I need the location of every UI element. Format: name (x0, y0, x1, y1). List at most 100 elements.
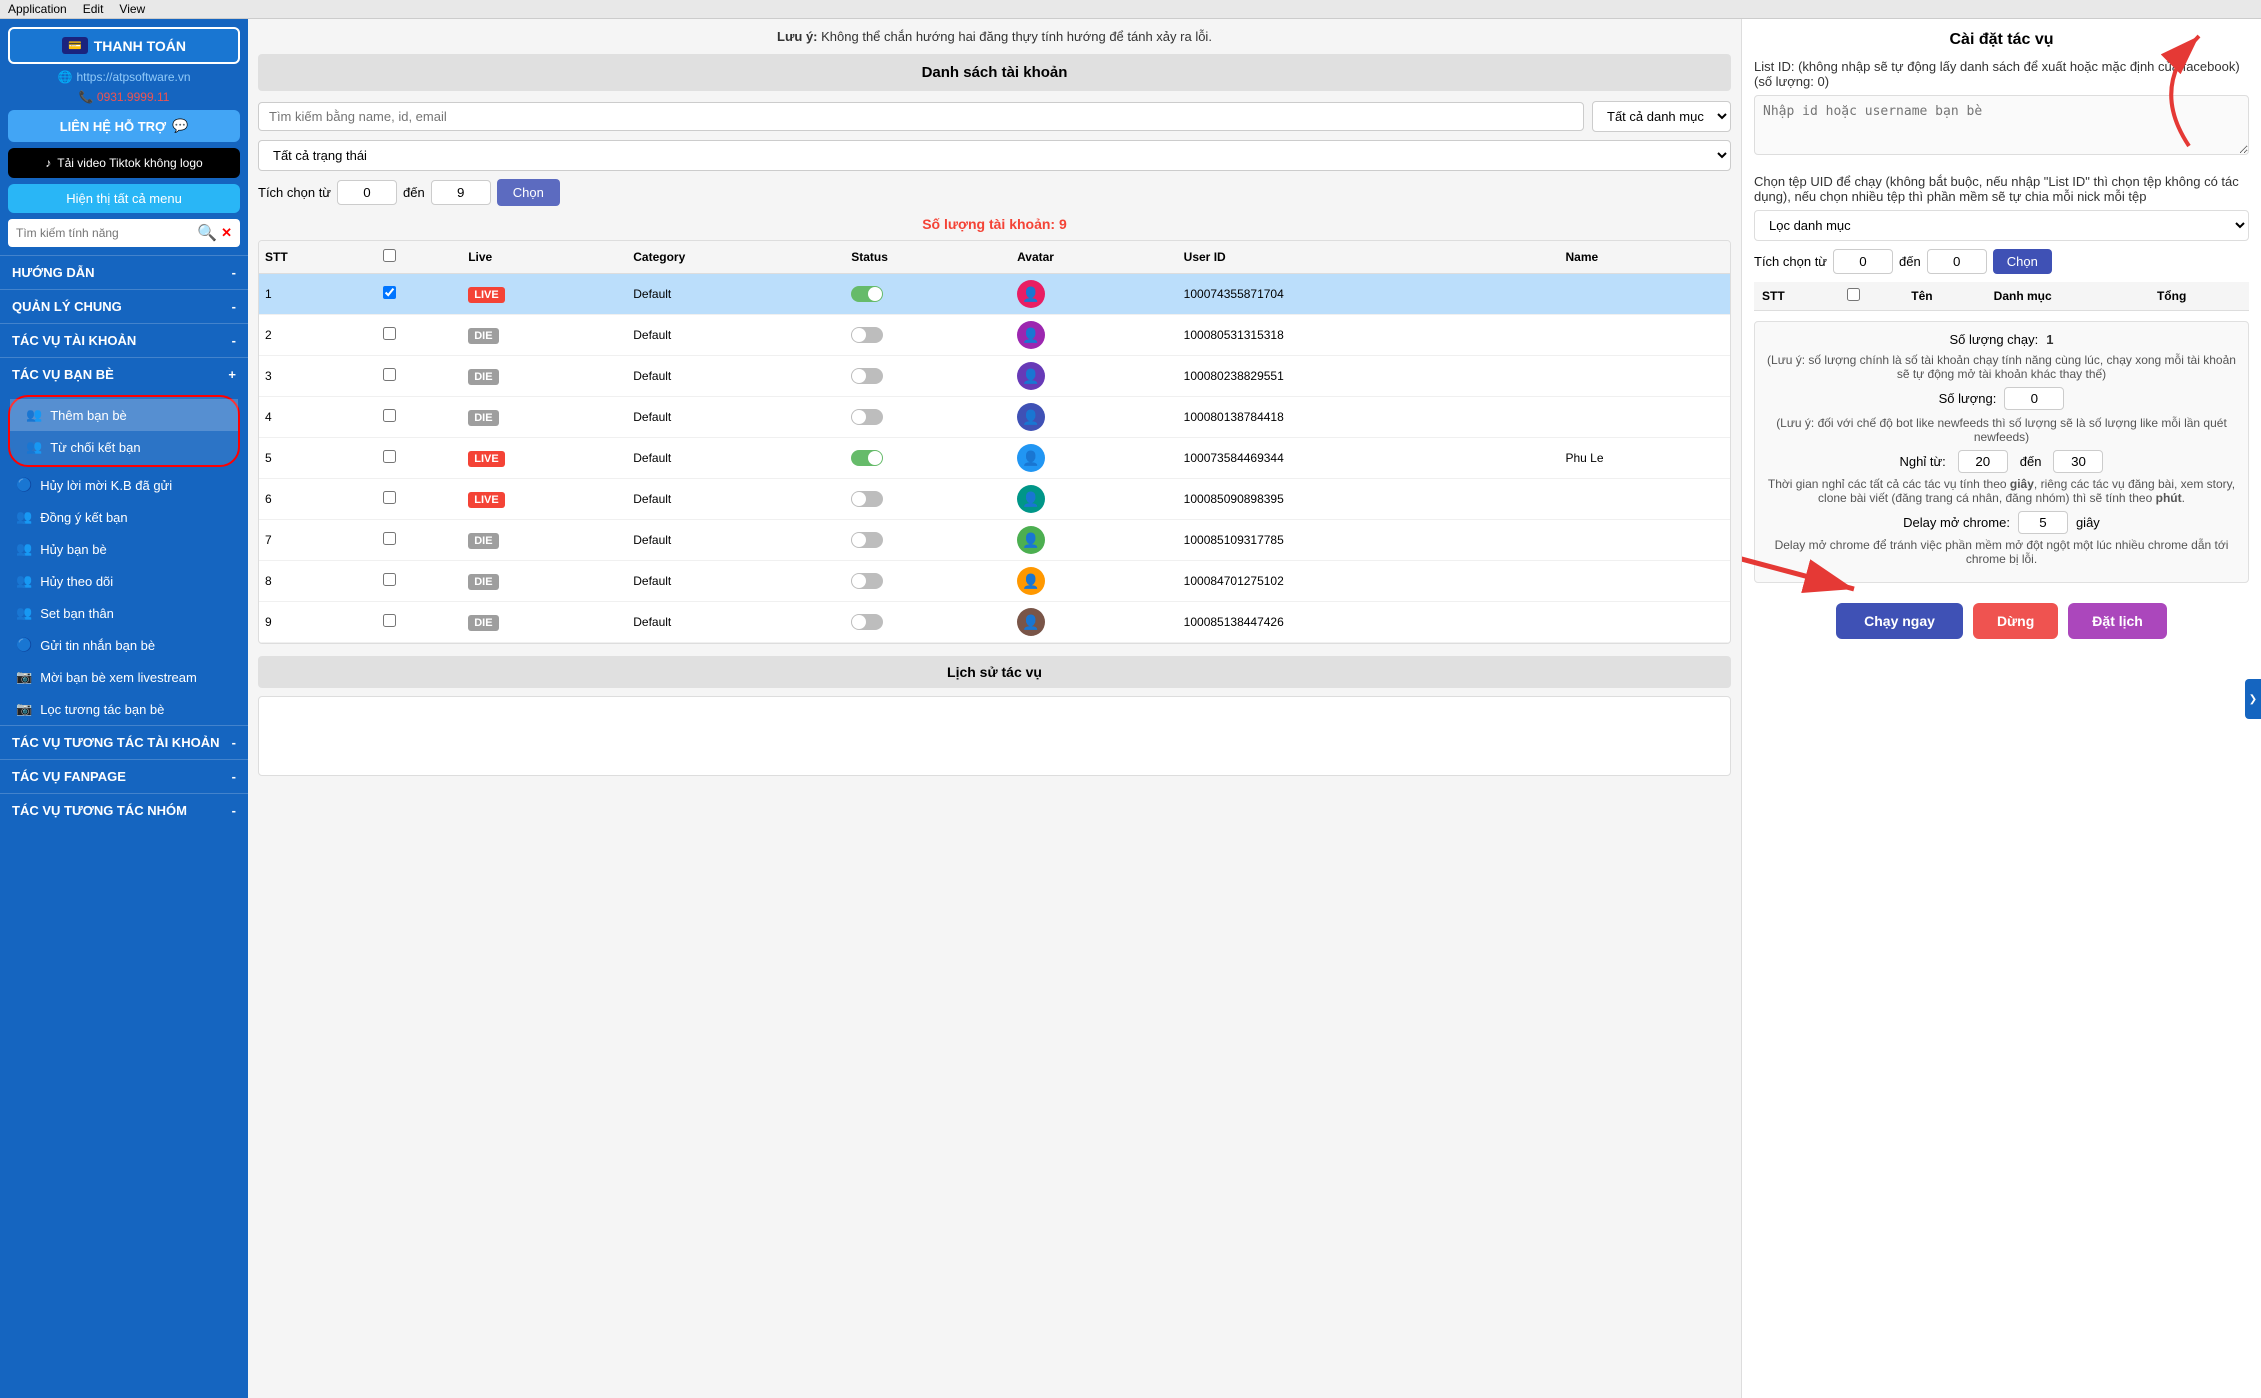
cell-status[interactable] (845, 438, 1011, 479)
cell-check[interactable] (377, 397, 462, 438)
row-checkbox[interactable] (383, 327, 396, 340)
config-chon-button[interactable]: Chọn (1993, 249, 2052, 274)
sidebar-item-huy-theo-doi[interactable]: 👥 Hủy theo dõi (0, 565, 248, 597)
status-toggle[interactable] (851, 368, 883, 384)
menu-view[interactable]: View (119, 2, 145, 16)
live-badge: DIE (468, 574, 498, 590)
menu-bar: Application Edit View (0, 0, 2261, 19)
cell-status[interactable] (845, 274, 1011, 315)
config-range-from[interactable] (1833, 249, 1893, 274)
hien-thi-button[interactable]: Hiện thị tất cả menu (8, 184, 240, 213)
sidebar-item-set-ban-than[interactable]: 👥 Set bạn thân (0, 597, 248, 629)
chon-button[interactable]: Chọn (497, 179, 560, 206)
nghi-den-input[interactable] (2053, 450, 2103, 473)
sidebar-item-tu-choi-ket-ban[interactable]: 👥 Từ chối kết bạn (10, 431, 238, 463)
range-from-input[interactable] (337, 180, 397, 205)
cell-check[interactable] (377, 479, 462, 520)
lien-he-button[interactable]: LIÊN HỆ HỖ TRỢ 💬 (8, 110, 240, 142)
cell-stt: 7 (259, 520, 377, 561)
cell-check[interactable] (377, 315, 462, 356)
row-checkbox[interactable] (383, 491, 396, 504)
cell-stt: 5 (259, 438, 377, 479)
sidebar-item-them-ban-be[interactable]: 👥 Thêm bạn bè (10, 399, 238, 431)
nav-tac-vu-ban-be[interactable]: TÁC VỤ BẠN BÈ + (0, 358, 248, 391)
search-account-input[interactable] (258, 102, 1584, 131)
so-luong-note: (Lưu ý: đối với chế độ bot like newfeeds… (1765, 416, 2238, 444)
folder-select-row: Lọc danh mục (1754, 210, 2249, 241)
status-toggle[interactable] (851, 532, 883, 548)
nghi-tu-input[interactable] (1958, 450, 2008, 473)
row-checkbox[interactable] (383, 368, 396, 381)
cell-status[interactable] (845, 315, 1011, 356)
cell-category: Default (627, 561, 845, 602)
cell-avatar: 👤 (1011, 602, 1178, 643)
status-toggle[interactable] (851, 327, 883, 343)
status-toggle[interactable] (851, 450, 883, 466)
folder-select[interactable]: Lọc danh mục (1754, 210, 2249, 241)
unfriend-icon: 👥 (16, 541, 32, 557)
nav-tac-vu-fanpage[interactable]: TÁC VỤ FANPAGE - (0, 760, 248, 793)
status-filter[interactable]: Tất cả trạng thái (258, 140, 1731, 171)
cell-check[interactable] (377, 520, 462, 561)
delay-input[interactable] (2018, 511, 2068, 534)
row-checkbox[interactable] (383, 573, 396, 586)
cell-status[interactable] (845, 479, 1011, 520)
row-checkbox[interactable] (383, 409, 396, 422)
nav-tac-vu-nhom[interactable]: TÁC VỤ TƯƠNG TÁC NHÓM - (0, 794, 248, 827)
status-toggle[interactable] (851, 491, 883, 507)
sidebar-item-moi-ban-be[interactable]: 📷 Mời bạn bè xem livestream (0, 661, 248, 693)
cell-status[interactable] (845, 561, 1011, 602)
nav-tac-vu-tai-khoan[interactable]: TÁC VỤ TÀI KHOẢN - (0, 324, 248, 357)
action-area: Chạy ngay Dừng Đặt lịch (1754, 593, 2249, 649)
status-toggle[interactable] (851, 614, 883, 630)
cell-check[interactable] (377, 438, 462, 479)
select-all-checkbox[interactable] (383, 249, 396, 262)
sidebar-item-huy-ban-be[interactable]: 👥 Hủy bạn bè (0, 533, 248, 565)
menu-application[interactable]: Application (8, 2, 67, 16)
dat-lich-button[interactable]: Đặt lịch (2068, 603, 2167, 639)
cell-check[interactable] (377, 561, 462, 602)
cell-check[interactable] (377, 274, 462, 315)
avatar: 👤 (1017, 321, 1045, 349)
cell-status[interactable] (845, 356, 1011, 397)
status-toggle[interactable] (851, 409, 883, 425)
sidebar-item-gui-tin-nhan[interactable]: 🔵 Gửi tin nhắn bạn bè (0, 629, 248, 661)
so-luong-input[interactable] (2004, 387, 2064, 410)
cell-status[interactable] (845, 602, 1011, 643)
sidebar-item-loc-tuong-tac[interactable]: 📷 Lọc tương tác bạn bè (0, 693, 248, 725)
thanh-toan-button[interactable]: 💳 THANH TOÁN (8, 27, 240, 64)
col-check (377, 241, 462, 274)
search-input[interactable] (16, 226, 193, 240)
account-count: Số lượng tài khoản: 9 (258, 216, 1731, 232)
sidebar-item-dong-y-ket-ban[interactable]: 👥 Đồng ý kết bạn (0, 501, 248, 533)
cell-check[interactable] (377, 602, 462, 643)
cell-userid: 100080238829551 (1178, 356, 1560, 397)
cell-check[interactable] (377, 356, 462, 397)
status-toggle[interactable] (851, 573, 883, 589)
row-checkbox[interactable] (383, 286, 396, 299)
cell-userid: 100085138447426 (1178, 602, 1560, 643)
nav-huong-dan[interactable]: HƯỚNG DẪN - (0, 256, 248, 289)
config-select-all[interactable] (1847, 288, 1860, 301)
menu-edit[interactable]: Edit (83, 2, 104, 16)
sidebar-item-huy-loi-moi[interactable]: 🔵 Hủy lời mời K.B đã gửi (0, 469, 248, 501)
sidebar-collapse-tab[interactable]: ❯ (2245, 679, 2261, 719)
table-row: 3 DIE Default 👤 100080238829551 (259, 356, 1730, 397)
category-filter[interactable]: Tất cả danh mục (1592, 101, 1731, 132)
nav-quan-ly-chung[interactable]: QUẢN LÝ CHUNG - (0, 290, 248, 323)
status-toggle[interactable] (851, 286, 883, 302)
config-range-to[interactable] (1927, 249, 1987, 274)
row-checkbox[interactable] (383, 532, 396, 545)
cell-status[interactable] (845, 397, 1011, 438)
row-checkbox[interactable] (383, 614, 396, 627)
cell-avatar: 👤 (1011, 274, 1178, 315)
best-friend-icon: 👥 (16, 605, 32, 621)
nav-tac-vu-tuong-tac[interactable]: TÁC VỤ TƯƠNG TÁC TÀI KHOẢN - (0, 726, 248, 759)
range-to-input[interactable] (431, 180, 491, 205)
cell-status[interactable] (845, 520, 1011, 561)
dung-button[interactable]: Dừng (1973, 603, 2058, 639)
search-close-icon[interactable]: ✕ (221, 225, 232, 241)
tiktok-button[interactable]: ♪ Tải video Tiktok không logo (8, 148, 240, 178)
website-link[interactable]: 🌐 https://atpsoftware.vn (8, 70, 240, 84)
row-checkbox[interactable] (383, 450, 396, 463)
